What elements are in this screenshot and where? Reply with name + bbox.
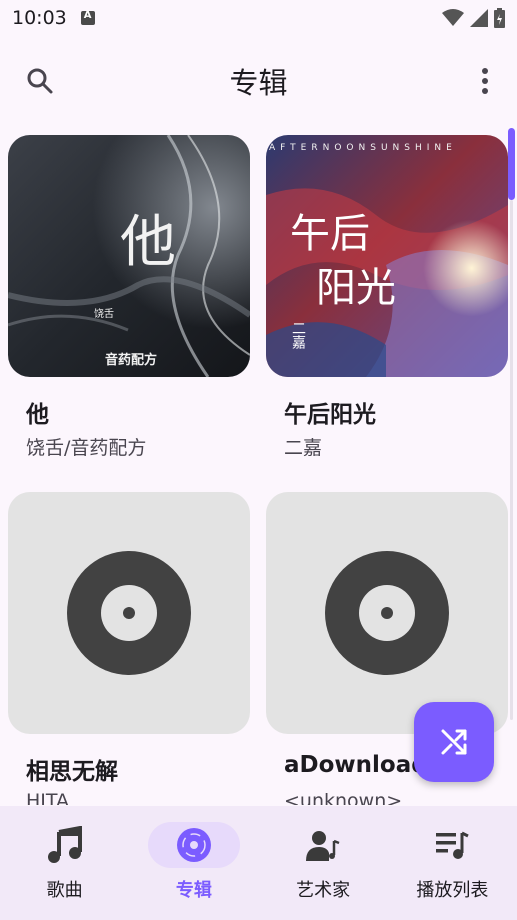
nav-item-artists[interactable]: 艺术家 — [259, 806, 388, 920]
playlist-icon — [436, 831, 470, 859]
nav-indicator — [406, 822, 498, 868]
nav-indicator — [277, 822, 369, 868]
album-artist: HITA — [26, 790, 70, 805]
cover-sub-text: 饶舌 — [94, 309, 114, 320]
album-title: 他 — [26, 402, 49, 428]
cover-title-text: 阳光 — [316, 265, 396, 311]
bottom-navigation: 歌曲 专辑 艺术家 播放列表 — [0, 806, 517, 920]
nav-item-playlists[interactable]: 播放列表 — [388, 806, 517, 920]
nav-item-albums[interactable]: 专辑 — [129, 806, 258, 920]
page-title: 专辑 — [229, 66, 288, 100]
status-bar: 10:03 — [0, 0, 517, 36]
signal-icon — [470, 9, 488, 27]
status-icons — [442, 8, 505, 28]
top-app-bar: 专辑 — [0, 50, 517, 112]
nav-indicator — [19, 822, 111, 868]
album-disc-icon — [176, 828, 211, 862]
album-cover[interactable] — [266, 492, 508, 734]
album-title: aDownload — [284, 752, 428, 778]
cover-sub-text: 二嘉 — [290, 321, 306, 349]
album-cover[interactable]: AFTERNOONSUNSHINE 午后 阳光 二嘉 — [266, 135, 508, 377]
cover-brand-text: 音药配方 — [105, 353, 158, 368]
nav-item-songs[interactable]: 歌曲 — [0, 806, 129, 920]
shuffle-icon — [441, 729, 467, 755]
notification-icon — [80, 10, 95, 25]
nav-label: 播放列表 — [416, 880, 489, 901]
album-title: 午后阳光 — [284, 402, 376, 428]
album-artist: <unknown> — [284, 790, 403, 805]
album-card[interactable]: 相思无解 HITA — [8, 492, 250, 805]
shuffle-button[interactable] — [414, 702, 494, 782]
wifi-icon — [442, 9, 464, 26]
cover-banner-text: AFTERNOONSUNSHINE — [269, 143, 457, 153]
cover-title-text: 他 — [120, 210, 176, 275]
music-note-icon — [47, 826, 82, 863]
album-artist: 饶舌/音药配方 — [26, 437, 147, 459]
vinyl-record-icon — [67, 551, 191, 675]
scrollbar-thumb[interactable] — [508, 128, 515, 200]
nav-label: 艺术家 — [296, 880, 351, 901]
vinyl-record-icon — [325, 551, 449, 675]
artist-icon — [306, 831, 340, 861]
nav-label: 专辑 — [175, 880, 212, 901]
battery-icon — [494, 8, 505, 28]
album-title: 相思无解 — [26, 759, 118, 785]
album-card[interactable]: 他 饶舌 音药配方 他 饶舌/音药配方 — [8, 135, 250, 465]
more-options-button[interactable] — [461, 57, 509, 105]
scrollbar-track[interactable] — [510, 200, 513, 720]
album-card[interactable]: AFTERNOONSUNSHINE 午后 阳光 二嘉 午后阳光 二嘉 — [266, 135, 508, 465]
album-cover[interactable]: 他 饶舌 音药配方 — [8, 135, 250, 377]
status-time: 10:03 — [12, 7, 67, 29]
album-cover[interactable] — [8, 492, 250, 734]
cover-title-text: 午后 — [290, 211, 370, 257]
album-artist: 二嘉 — [284, 437, 323, 459]
nav-label: 歌曲 — [46, 880, 83, 901]
nav-indicator — [147, 822, 240, 868]
more-vert-icon — [482, 68, 488, 94]
